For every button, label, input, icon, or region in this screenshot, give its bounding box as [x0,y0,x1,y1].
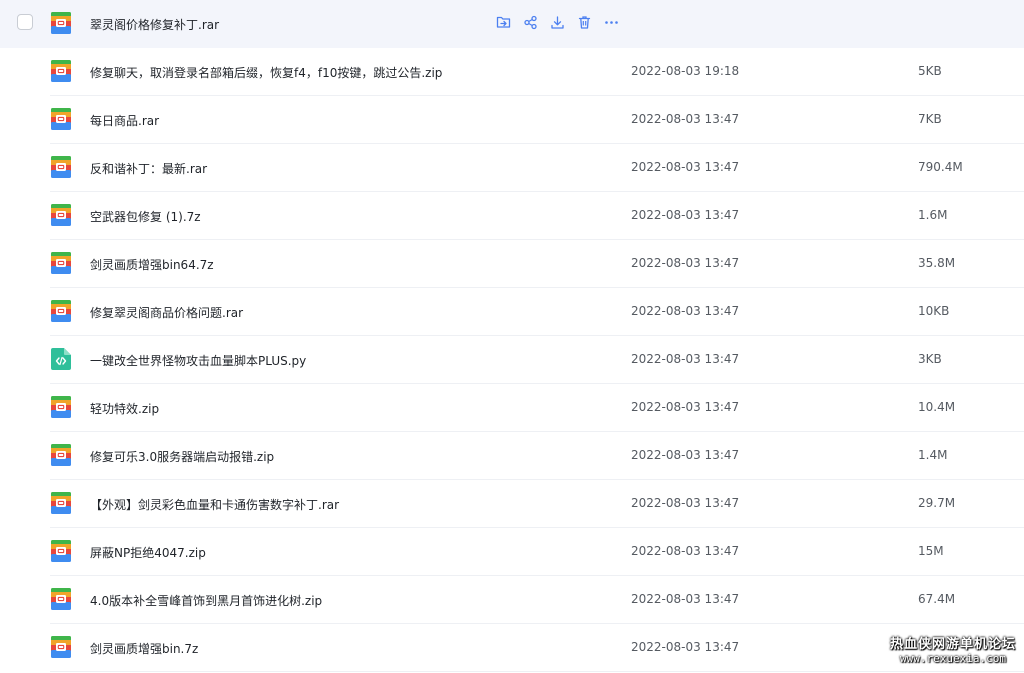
archive-file-icon [51,252,71,274]
file-size: 10KB [918,304,950,318]
file-name[interactable]: 修复聊天，取消登录名部箱后缀，恢复f4，f10按键，跳过公告.zip [90,64,442,81]
row-checkbox[interactable] [17,14,33,30]
file-row[interactable]: 反和谐补丁：最新.rar 2022-08-03 13:47 790.4M [0,144,1024,192]
row-actions [494,12,621,32]
file-row[interactable]: 轻功特效.zip 2022-08-03 13:47 10.4M [0,384,1024,432]
archive-file-icon [51,588,71,610]
share-icon[interactable] [521,13,540,32]
archive-file-icon [51,108,71,130]
code-file-icon [51,348,71,370]
archive-file-icon [51,204,71,226]
file-row[interactable]: 修复聊天，取消登录名部箱后缀，恢复f4，f10按键，跳过公告.zip 2022-0… [0,48,1024,96]
archive-file-icon [51,396,71,418]
file-list: 翠灵阁价格修复补丁.rar 修复聊天，取消登录名部箱后缀，恢复f4，f10按键，… [0,0,1024,672]
file-name[interactable]: 翠灵阁价格修复补丁.rar [90,16,219,33]
file-date: 2022-08-03 13:47 [631,448,740,462]
file-row[interactable]: 屏蔽NP拒绝4047.zip 2022-08-03 13:47 15M [0,528,1024,576]
file-size: 29.7M [918,496,956,510]
file-row[interactable]: 修复可乐3.0服务器端启动报错.zip 2022-08-03 13:47 1.4M [0,432,1024,480]
file-row[interactable]: 修复翠灵阁商品价格问题.rar 2022-08-03 13:47 10KB [0,288,1024,336]
download-icon[interactable] [548,13,567,32]
file-date: 2022-08-03 13:47 [631,640,740,654]
file-row[interactable]: 一键改全世界怪物攻击血量脚本PLUS.py 2022-08-03 13:47 3KB [0,336,1024,384]
file-date: 2022-08-03 13:47 [631,352,740,366]
more-icon[interactable] [602,13,621,32]
file-size: 790.4M [918,160,963,174]
file-date: 2022-08-03 13:47 [631,592,740,606]
file-date: 2022-08-03 13:47 [631,400,740,414]
delete-icon[interactable] [575,13,594,32]
file-row[interactable]: 4.0版本补全雪峰首饰到黑月首饰进化树.zip 2022-08-03 13:47 6… [0,576,1024,624]
archive-file-icon [51,636,71,658]
file-date: 2022-08-03 13:47 [631,256,740,270]
file-date: 2022-08-03 13:47 [631,112,740,126]
row-divider [50,671,1024,672]
archive-file-icon [51,300,71,322]
file-row[interactable]: 每日商品.rar 2022-08-03 13:47 7KB [0,96,1024,144]
file-name[interactable]: 反和谐补丁：最新.rar [90,160,207,177]
file-name[interactable]: 屏蔽NP拒绝4047.zip [90,544,206,561]
file-size: 67.4M [918,592,956,606]
archive-file-icon [51,156,71,178]
file-row[interactable]: 剑灵画质增强bin64.7z 2022-08-03 13:47 35.8M [0,240,1024,288]
archive-file-icon [51,12,71,34]
file-size: 5KB [918,64,942,78]
file-name[interactable]: 剑灵画质增强bin.7z [90,640,198,657]
file-name[interactable]: 【外观】剑灵彩色血量和卡通伤害数字补丁.rar [90,496,339,513]
file-row[interactable]: 空武器包修复 (1).7z 2022-08-03 13:47 1.6M [0,192,1024,240]
file-size: 35.8M [918,256,956,270]
file-name[interactable]: 空武器包修复 (1).7z [90,208,201,225]
file-name[interactable]: 4.0版本补全雪峰首饰到黑月首饰进化树.zip [90,592,322,609]
file-date: 2022-08-03 13:47 [631,304,740,318]
move-icon[interactable] [494,13,513,32]
file-name[interactable]: 一键改全世界怪物攻击血量脚本PLUS.py [90,352,306,369]
file-date: 2022-08-03 13:47 [631,544,740,558]
file-name[interactable]: 修复翠灵阁商品价格问题.rar [90,304,243,321]
file-row[interactable]: 【外观】剑灵彩色血量和卡通伤害数字补丁.rar 2022-08-03 13:47 2… [0,480,1024,528]
archive-file-icon [51,492,71,514]
file-size: 1.6M [918,208,948,222]
file-row[interactable]: 翠灵阁价格修复补丁.rar [0,0,1024,48]
file-size: 15M [918,544,944,558]
file-date: 2022-08-03 19:18 [631,64,740,78]
archive-file-icon [51,540,71,562]
file-size: 1.4M [918,448,948,462]
file-name[interactable]: 修复可乐3.0服务器端启动报错.zip [90,448,274,465]
archive-file-icon [51,444,71,466]
file-name[interactable]: 轻功特效.zip [90,400,159,417]
file-row[interactable]: 剑灵画质增强bin.7z 2022-08-03 13:47 [0,624,1024,672]
archive-file-icon [51,60,71,82]
file-date: 2022-08-03 13:47 [631,160,740,174]
file-size: 10.4M [918,400,956,414]
file-date: 2022-08-03 13:47 [631,496,740,510]
file-size: 3KB [918,352,942,366]
file-date: 2022-08-03 13:47 [631,208,740,222]
file-name[interactable]: 剑灵画质增强bin64.7z [90,256,214,273]
file-name[interactable]: 每日商品.rar [90,112,159,129]
file-size: 7KB [918,112,942,126]
